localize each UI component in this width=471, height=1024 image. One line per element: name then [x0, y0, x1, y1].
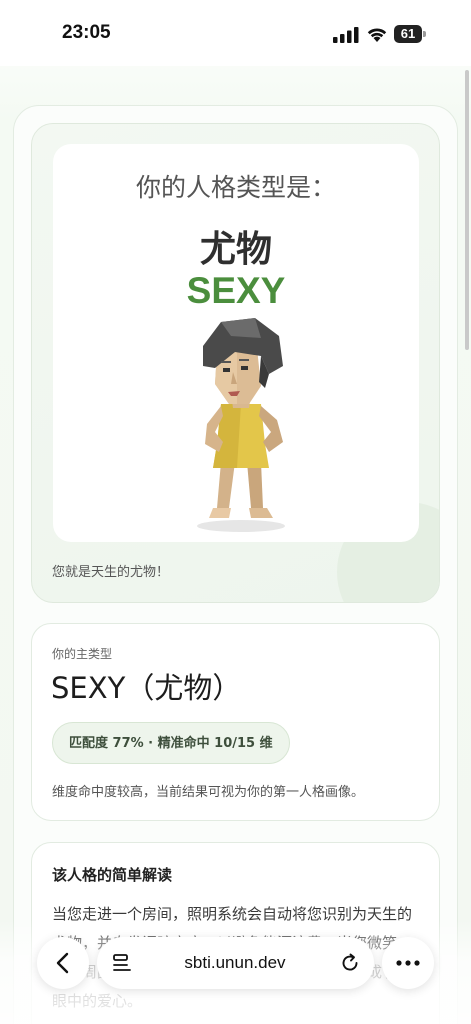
cellular-signal-icon — [333, 27, 359, 43]
main-type-description: 维度命中度较高，当前结果可视为你的第一人格画像。 — [52, 785, 365, 800]
wifi-icon — [367, 28, 387, 42]
back-arrow-icon — [56, 952, 69, 974]
hero-label: 你的人格类型是： — [135, 173, 336, 202]
main-type-label: 你的主类型 — [52, 647, 113, 661]
battery-level: 61 — [400, 26, 416, 41]
back-button[interactable] — [37, 937, 89, 989]
hero-caption: 您就是天生的尤物！ — [52, 565, 170, 580]
hero-poster: 你的人格类型是： 尤物 SEXY — [53, 144, 419, 542]
main-type-card: 你的主类型 SEXY（尤物） 匹配度 77% · 精准命中 10/15 维 维度… — [31, 623, 440, 821]
status-time: 23:05 — [62, 22, 111, 43]
personality-name: 尤物 — [199, 229, 272, 270]
more-icon — [396, 960, 420, 966]
battery-icon: 61 — [394, 25, 426, 43]
reload-icon[interactable] — [339, 952, 361, 974]
hero-card: 你的人格类型是： 尤物 SEXY 您就是天生的尤物！ — [31, 123, 440, 603]
match-badge: 匹配度 77% · 精准命中 10/15 维 — [52, 722, 290, 764]
personality-code: SEXY — [186, 270, 286, 311]
character-illustration — [197, 318, 285, 532]
more-button[interactable] — [382, 937, 434, 989]
url-text[interactable]: sbti.unun.dev — [147, 937, 323, 989]
explanation-title: 该人格的简单解读 — [52, 866, 173, 884]
main-type-title: SEXY（尤物） — [51, 671, 242, 705]
address-bar[interactable]: sbti.unun.dev — [97, 937, 374, 989]
page-scrollbar[interactable] — [465, 70, 469, 350]
tabs-icon[interactable] — [111, 952, 133, 974]
status-bar: 23:05 61 — [0, 0, 471, 66]
